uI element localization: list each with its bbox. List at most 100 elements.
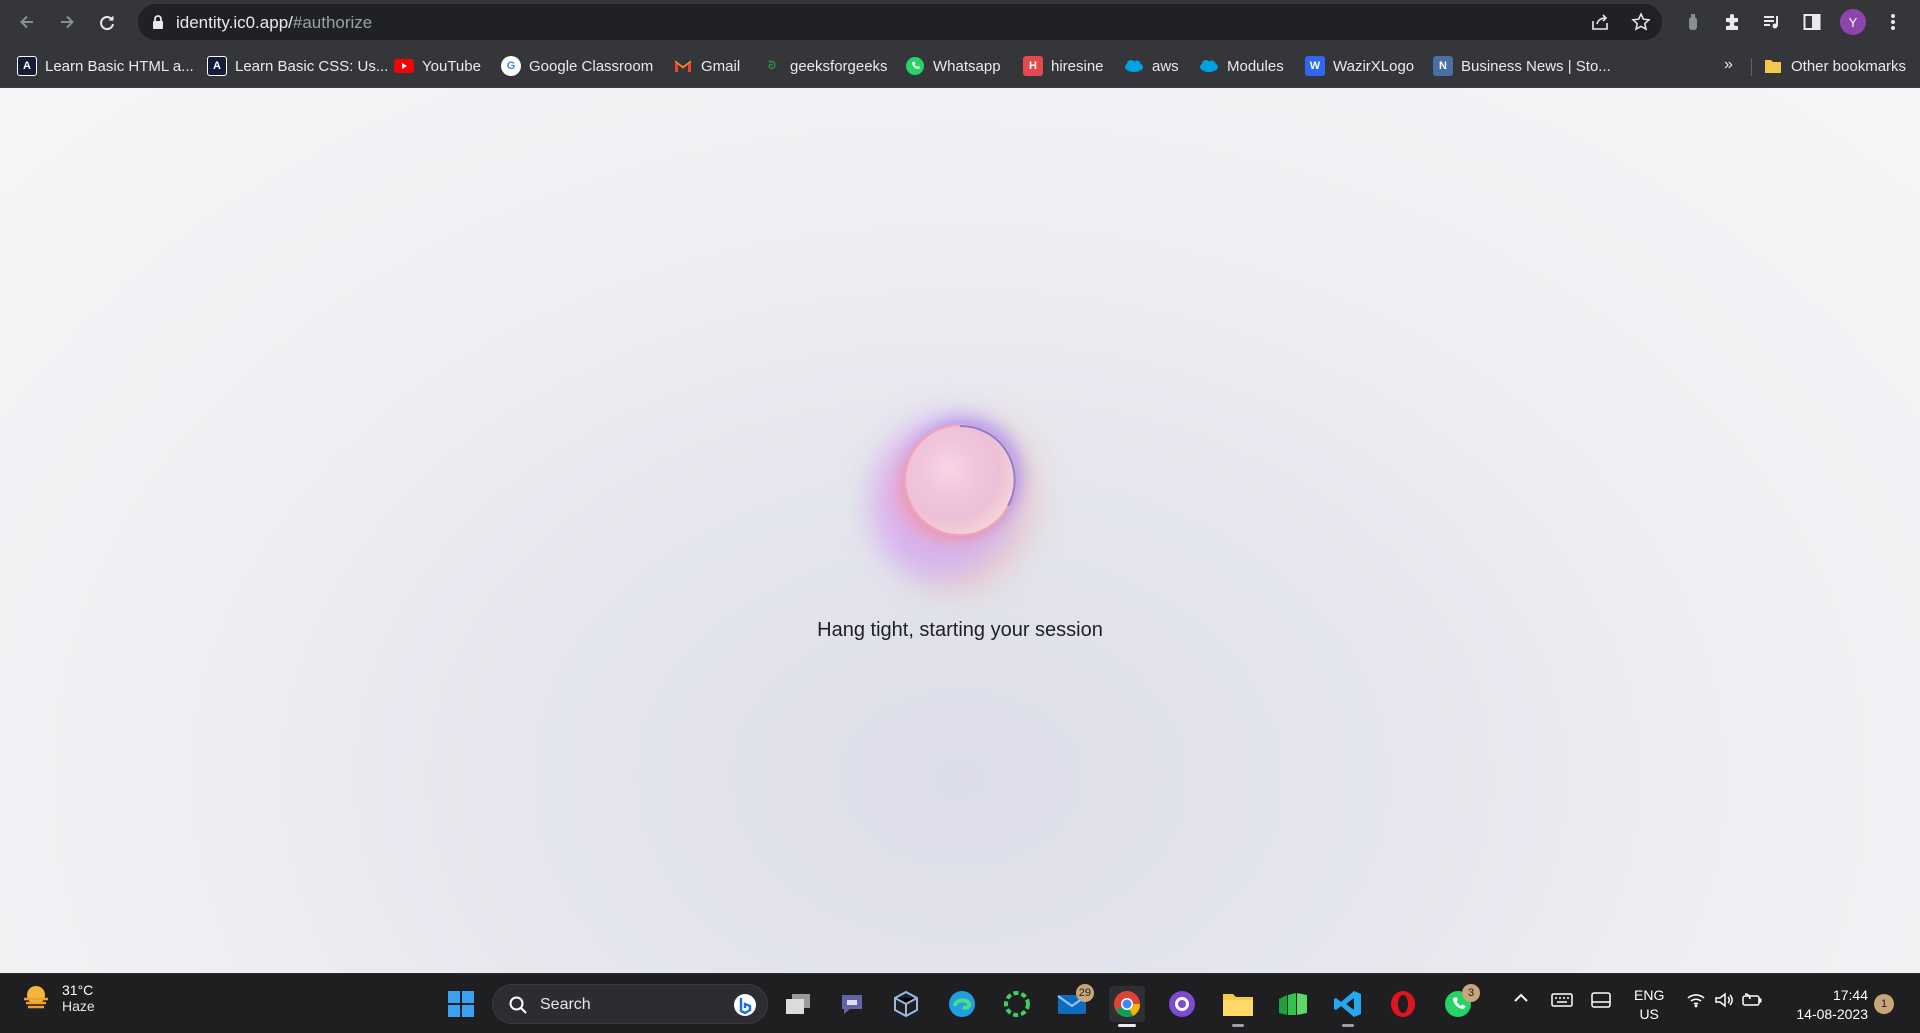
whatsapp-icon bbox=[905, 56, 925, 76]
quick-settings-button[interactable] bbox=[1686, 992, 1763, 1011]
salesforce-cloud-icon bbox=[1199, 56, 1219, 76]
codecademy-icon: A bbox=[207, 56, 227, 76]
system-clock[interactable]: 17:44 14-08-2023 bbox=[1784, 986, 1868, 1024]
green-blocks-icon bbox=[1279, 993, 1307, 1015]
kebab-menu-icon bbox=[1891, 14, 1895, 30]
arrow-right-icon bbox=[61, 15, 74, 29]
bookmark-label: aws bbox=[1152, 57, 1179, 75]
bookmark-item[interactable]: Whatsapp bbox=[905, 54, 1001, 78]
wifi-icon bbox=[1687, 994, 1705, 1008]
bing-icon bbox=[734, 994, 756, 1016]
browser-toolbar: identity.ic0.app/#authorize Y bbox=[0, 0, 1920, 44]
search-label: Search bbox=[540, 996, 591, 1013]
bookmark-label: hiresine bbox=[1051, 57, 1104, 75]
url-path: #authorize bbox=[292, 13, 373, 32]
profile-avatar[interactable]: Y bbox=[1840, 9, 1866, 35]
hiresine-icon: H bbox=[1023, 56, 1043, 76]
reload-button[interactable] bbox=[91, 6, 123, 38]
bookmark-item[interactable]: H hiresine bbox=[1023, 54, 1104, 78]
bookmark-label: YouTube bbox=[422, 57, 481, 75]
google-icon: G bbox=[501, 56, 521, 76]
session-status-text: Hang tight, starting your session bbox=[817, 619, 1103, 641]
notification-badge[interactable]: 1 bbox=[1874, 994, 1894, 1014]
bookmark-label: Google Classroom bbox=[529, 57, 654, 75]
other-bookmarks-folder[interactable]: Other bookmarks bbox=[1763, 54, 1906, 78]
star-icon bbox=[1631, 12, 1651, 31]
file-explorer-button[interactable] bbox=[1220, 986, 1256, 1027]
touch-keyboard-button[interactable] bbox=[1551, 992, 1573, 1011]
taskbar-search[interactable]: Search bbox=[492, 984, 768, 1024]
loading-spinner-arc bbox=[959, 424, 1016, 507]
playlist-icon bbox=[1764, 16, 1778, 29]
spreadsheet-app-button[interactable] bbox=[1275, 986, 1311, 1022]
bookmark-item[interactable]: G Google Classroom bbox=[501, 54, 653, 78]
running-app-indicator bbox=[1342, 1024, 1354, 1027]
activity-ring-app-button[interactable] bbox=[999, 986, 1035, 1022]
extension-button[interactable] bbox=[1679, 8, 1707, 36]
windows-logo-icon bbox=[448, 991, 474, 1017]
url-host: identity.ic0.app/ bbox=[176, 13, 293, 32]
edge-icon bbox=[949, 991, 975, 1017]
bookmark-item[interactable]: N Business News | Sto... bbox=[1433, 54, 1611, 78]
wazirx-icon: W bbox=[1305, 56, 1325, 76]
search-icon bbox=[509, 996, 527, 1014]
share-button[interactable] bbox=[1588, 10, 1612, 34]
bookmark-item[interactable]: Gmail bbox=[673, 54, 740, 78]
chrome-taskbar-button[interactable] bbox=[1109, 986, 1145, 1027]
bookmarks-overflow-button[interactable]: » bbox=[1724, 56, 1733, 74]
vscode-button[interactable] bbox=[1330, 986, 1366, 1027]
keyboard-icon bbox=[1551, 993, 1573, 1007]
clock-date: 14-08-2023 bbox=[1796, 1006, 1868, 1022]
extensions-button[interactable] bbox=[1718, 8, 1746, 36]
opera-button[interactable] bbox=[1385, 986, 1421, 1022]
forward-button[interactable] bbox=[51, 6, 83, 38]
bookmark-item[interactable]: A Learn Basic CSS: Us... bbox=[207, 54, 388, 78]
bookmark-item[interactable]: A Learn Basic HTML a... bbox=[17, 54, 194, 78]
task-view-button[interactable] bbox=[780, 986, 816, 1022]
side-panel-button[interactable] bbox=[1798, 8, 1826, 36]
taskbar: 31°C Haze Search 29 3 ENG US 17:44 14-08… bbox=[0, 973, 1920, 1033]
lock-icon bbox=[153, 15, 163, 29]
chat-icon bbox=[842, 995, 862, 1014]
bookmark-star-button[interactable] bbox=[1629, 10, 1653, 34]
running-app-indicator bbox=[1232, 1024, 1244, 1027]
puzzle-icon bbox=[1726, 14, 1738, 30]
github-desktop-button[interactable] bbox=[1164, 986, 1200, 1022]
bookmark-label: Learn Basic CSS: Us... bbox=[235, 57, 389, 75]
start-button[interactable] bbox=[443, 986, 479, 1022]
task-view-icon bbox=[786, 994, 810, 1014]
bookmarks-divider bbox=[1751, 58, 1752, 76]
back-button[interactable] bbox=[11, 6, 43, 38]
battery-charging-icon bbox=[1742, 993, 1762, 1006]
edge-button[interactable] bbox=[944, 986, 980, 1022]
volume-icon bbox=[1714, 992, 1733, 1008]
media-control-button[interactable] bbox=[1758, 8, 1786, 36]
bookmark-label: Learn Basic HTML a... bbox=[45, 57, 194, 75]
show-hidden-icons-button[interactable] bbox=[1513, 992, 1529, 1007]
url-text: identity.ic0.app/#authorize bbox=[176, 13, 372, 33]
bookmark-item[interactable]: W WazirXLogo bbox=[1305, 54, 1414, 78]
mail-button[interactable]: 29 bbox=[1054, 984, 1094, 1022]
bookmark-item[interactable]: ᘐ geeksforgeeks bbox=[762, 54, 887, 78]
teams-chat-button[interactable] bbox=[834, 986, 870, 1022]
chrome-menu-button[interactable] bbox=[1879, 8, 1907, 36]
bookmark-item[interactable]: aws bbox=[1124, 54, 1179, 78]
geeksforgeeks-icon: ᘐ bbox=[768, 59, 776, 72]
codecademy-icon: A bbox=[17, 56, 37, 76]
display-icon bbox=[1591, 992, 1611, 1008]
bookmark-item[interactable]: YouTube bbox=[394, 54, 481, 78]
bookmark-label: Business News | Sto... bbox=[1461, 57, 1611, 75]
input-language-indicator[interactable]: ENG US bbox=[1634, 986, 1664, 1024]
virtualbox-button[interactable] bbox=[888, 986, 924, 1022]
whatsapp-taskbar-button[interactable]: 3 bbox=[1440, 984, 1480, 1022]
side-panel-icon bbox=[1803, 14, 1821, 30]
mail-unread-badge: 29 bbox=[1075, 984, 1094, 1002]
bookmark-item[interactable]: Modules bbox=[1199, 54, 1284, 78]
gmail-icon bbox=[673, 56, 693, 76]
tablet-mode-button[interactable] bbox=[1591, 992, 1611, 1011]
address-bar[interactable]: identity.ic0.app/#authorize bbox=[138, 4, 1662, 40]
weather-widget[interactable]: 31°C Haze bbox=[20, 982, 95, 1014]
bookmark-label: Whatsapp bbox=[933, 57, 1001, 75]
page-content: Hang tight, starting your session bbox=[0, 88, 1920, 973]
bookmarks-bar: A Learn Basic HTML a... A Learn Basic CS… bbox=[0, 44, 1920, 88]
